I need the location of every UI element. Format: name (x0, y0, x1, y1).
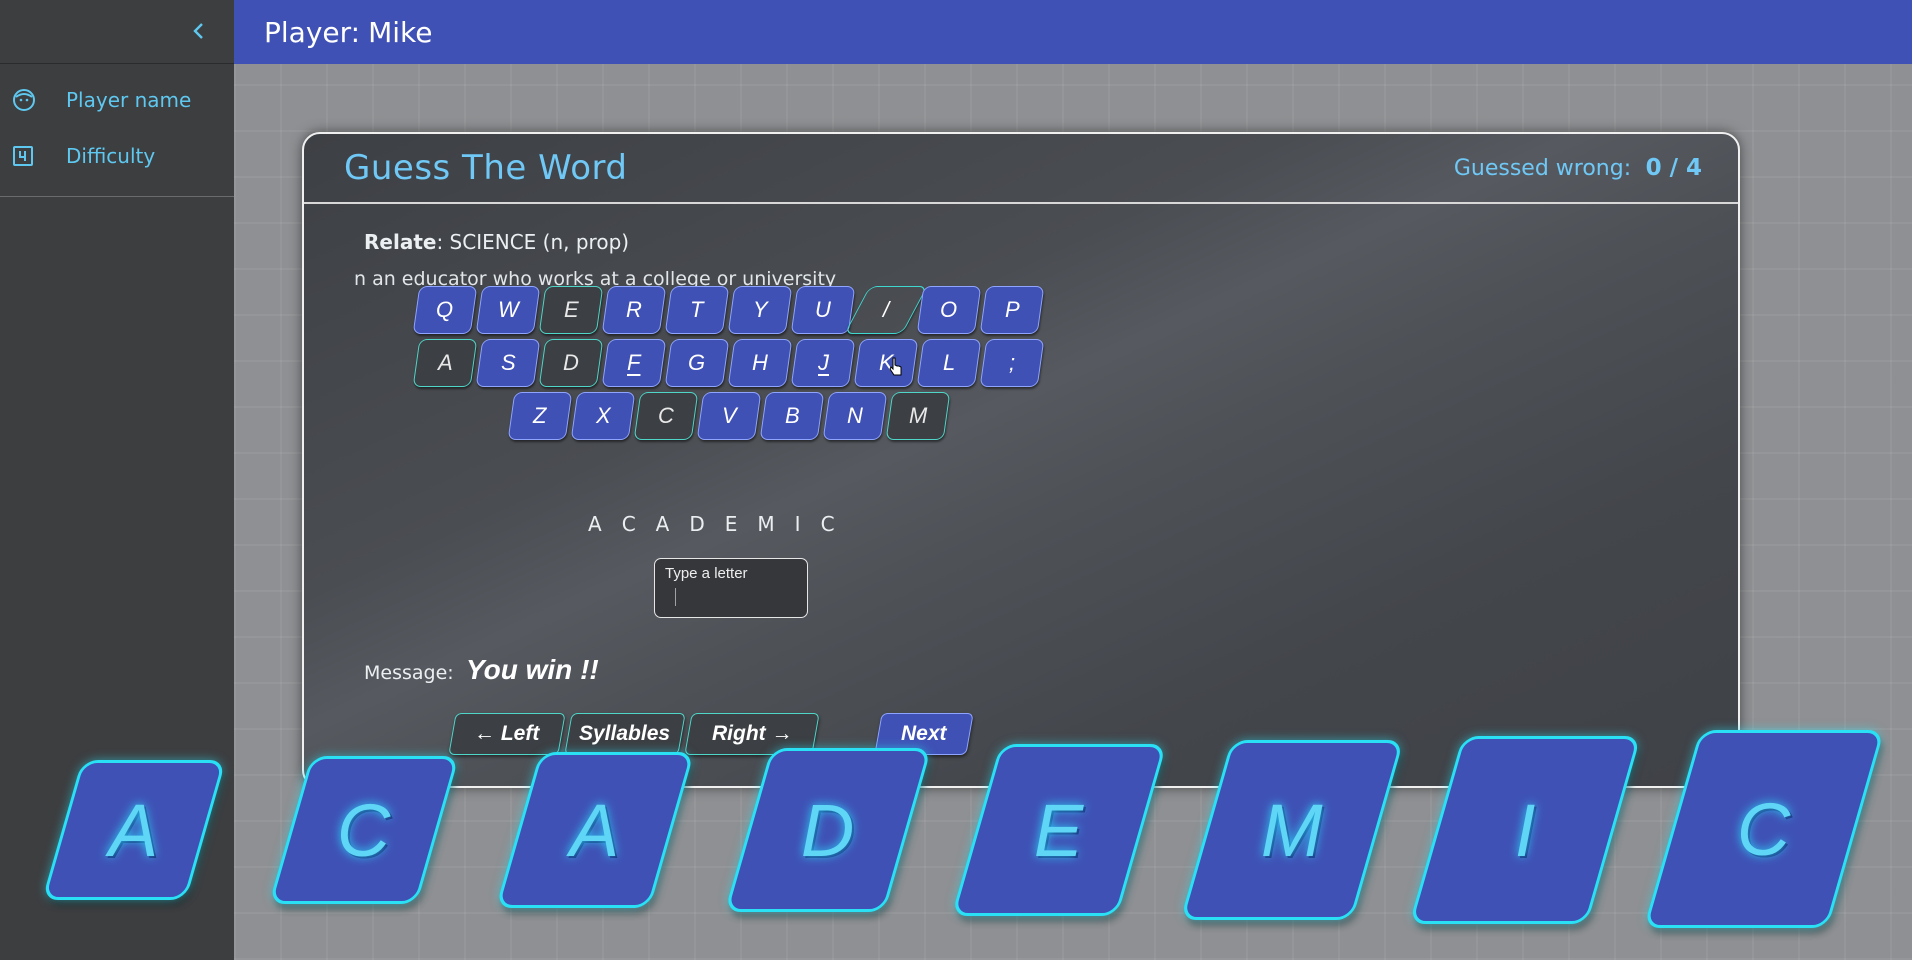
key[interactable]: B (759, 392, 825, 440)
key[interactable]: U (790, 286, 856, 334)
key[interactable]: H (727, 339, 793, 387)
mouse-pointer-icon (888, 356, 904, 383)
key[interactable]: W (475, 286, 541, 334)
sidebar-top (0, 0, 234, 64)
letter-input[interactable]: Type a letter (654, 558, 808, 618)
key[interactable]: P (979, 286, 1045, 334)
number-4-box-icon (0, 145, 66, 167)
revealed-letter: M (757, 512, 775, 536)
key[interactable]: F (601, 339, 667, 387)
relate-hint: Relate: SCIENCE (n, prop) (364, 230, 629, 254)
message-label: Message: (364, 662, 454, 684)
key[interactable]: V (696, 392, 762, 440)
text-caret (675, 588, 676, 606)
game-card: Guess The Word Guessed wrong: 0 / 4 Rela… (302, 132, 1740, 788)
key[interactable]: O (916, 286, 982, 334)
revealed-word: A C A D E M I C (588, 512, 835, 536)
sidebar-item-player-name[interactable]: Player name (0, 72, 234, 128)
key[interactable]: A (412, 339, 478, 387)
key[interactable]: N (822, 392, 888, 440)
key[interactable]: E (538, 286, 604, 334)
relate-value: : SCIENCE (n, prop) (436, 230, 630, 254)
relate-label: Relate (364, 230, 437, 254)
face-icon (0, 88, 66, 112)
sidebar-item-label: Player name (66, 88, 192, 112)
key[interactable]: R (601, 286, 667, 334)
key[interactable]: L (916, 339, 982, 387)
game-title: Guess The Word (344, 148, 628, 188)
card-header: Guess The Word Guessed wrong: 0 / 4 (304, 134, 1738, 204)
message-text: You win !! (466, 654, 599, 685)
sidebar-item-label: Difficulty (66, 144, 156, 168)
revealed-letter: A (655, 512, 670, 536)
revealed-letter: C (621, 512, 636, 536)
app-header: Player: Mike (234, 0, 1912, 64)
key[interactable]: M (885, 392, 951, 440)
sidebar-item-difficulty[interactable]: Difficulty (0, 128, 234, 184)
key[interactable]: J (790, 339, 856, 387)
sidebar-nav: Player name Difficulty (0, 64, 234, 197)
key[interactable]: Q (412, 286, 478, 334)
key[interactable]: X (570, 392, 636, 440)
key[interactable]: D (538, 339, 604, 387)
chevron-left-icon[interactable] (186, 18, 210, 46)
key[interactable]: Y (727, 286, 793, 334)
revealed-letter: I (794, 512, 801, 536)
key[interactable]: ; (979, 339, 1045, 387)
keyboard-row-1: Q W E R T Y U / O P (412, 286, 1045, 334)
player-label: Player: (264, 15, 361, 49)
revealed-letter: C (820, 512, 835, 536)
letter-input-label: Type a letter (665, 565, 748, 582)
revealed-letter: E (724, 512, 738, 536)
wrong-label: Guessed wrong: (1453, 156, 1632, 181)
wrong-counter: Guessed wrong: 0 / 4 (1454, 155, 1702, 181)
revealed-letter: A (588, 512, 602, 536)
keyboard-row-3: Z X C V B N M (507, 392, 951, 440)
revealed-letter: D (689, 512, 705, 536)
key[interactable]: / (844, 286, 928, 334)
left-button[interactable]: ← Left (448, 713, 566, 755)
key[interactable]: S (475, 339, 541, 387)
key[interactable]: C (633, 392, 699, 440)
player-name: Mike (368, 15, 433, 49)
wrong-value: 0 / 4 (1645, 155, 1702, 181)
syllables-button[interactable]: Syllables (564, 713, 686, 755)
keyboard-row-2: A S D F G H J K L ; (412, 339, 1045, 387)
key[interactable]: G (664, 339, 730, 387)
key[interactable]: K (853, 339, 919, 387)
key[interactable]: T (664, 286, 730, 334)
key[interactable]: Z (507, 392, 573, 440)
